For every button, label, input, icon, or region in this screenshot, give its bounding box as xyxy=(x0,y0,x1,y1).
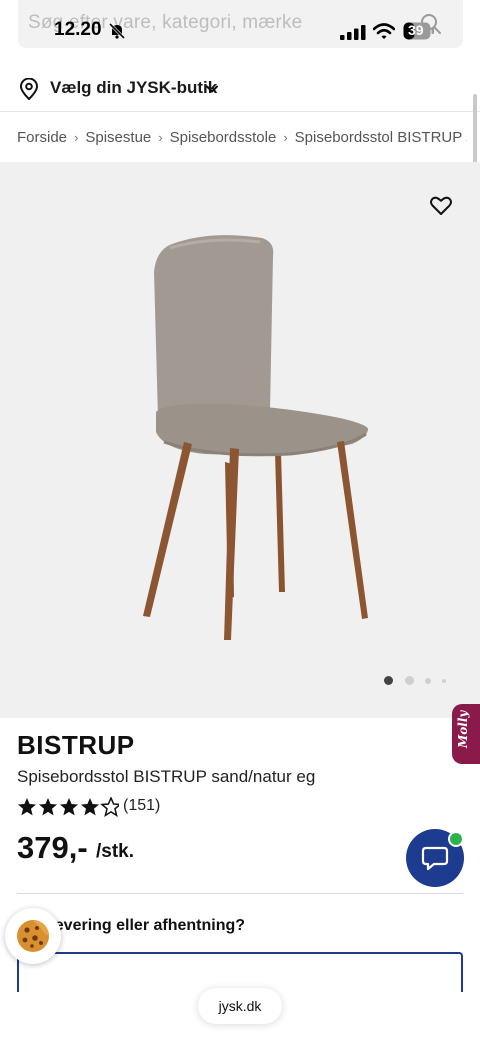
breadcrumb-item-spisestue[interactable]: Spisestue xyxy=(85,129,151,146)
breadcrumb-item-forside[interactable]: Forside xyxy=(17,129,67,146)
rating-count: (151) xyxy=(123,797,161,814)
chevron-right-icon: › xyxy=(74,129,79,145)
chat-bubble-icon xyxy=(421,846,449,871)
molly-label: Molly xyxy=(456,710,470,748)
bell-off-icon xyxy=(108,22,126,40)
battery-level: 39 xyxy=(408,22,424,38)
product-gallery[interactable] xyxy=(0,162,480,718)
product-subtitle: Spisebordsstol BISTRUP sand/natur eg xyxy=(17,767,316,786)
breadcrumb: Forside › Spisestue › Spisebordsstole › Spiseb… xyxy=(17,128,467,150)
rating-stars-icon xyxy=(18,797,119,817)
breadcrumb-item-current: Spisebordsstol BISTRUP sand/natur eg xyxy=(294,128,467,146)
product-price: 379,- xyxy=(17,830,88,865)
location-pin-icon xyxy=(19,78,39,100)
price-unit: /stk. xyxy=(96,841,135,862)
pagination-dot[interactable] xyxy=(405,676,414,685)
chevron-down-icon xyxy=(206,85,218,93)
chevron-right-icon: › xyxy=(158,129,163,145)
store-selector-label: Vælg din JYSK-butik xyxy=(50,78,218,97)
browser-url-pill[interactable]: jysk.dk xyxy=(198,988,282,1024)
wifi-icon xyxy=(373,23,395,39)
signal-icon xyxy=(340,25,366,40)
product-name: BISTRUP xyxy=(17,730,135,760)
pagination-dot-active[interactable] xyxy=(384,676,393,685)
store-selector[interactable]: Vælg din JYSK-butik xyxy=(0,64,480,112)
delivery-heading: Levering eller afhentning? xyxy=(45,917,246,934)
pagination-dot[interactable] xyxy=(425,677,431,684)
breadcrumb-item-spisebordsstole[interactable]: Spisebordsstole xyxy=(170,129,277,146)
online-status-dot xyxy=(448,831,464,847)
divider xyxy=(17,893,463,894)
delivery-option-box[interactable] xyxy=(17,952,463,992)
cookie-icon xyxy=(17,920,49,952)
chevron-right-icon: › xyxy=(283,129,288,145)
status-time: 12.20 xyxy=(54,19,102,40)
cookie-settings-button[interactable] xyxy=(5,908,61,964)
heart-icon[interactable] xyxy=(429,194,453,218)
molly-assistant-tab[interactable]: Molly xyxy=(452,704,480,764)
product-image xyxy=(143,235,369,640)
pagination-dot[interactable] xyxy=(442,679,446,683)
